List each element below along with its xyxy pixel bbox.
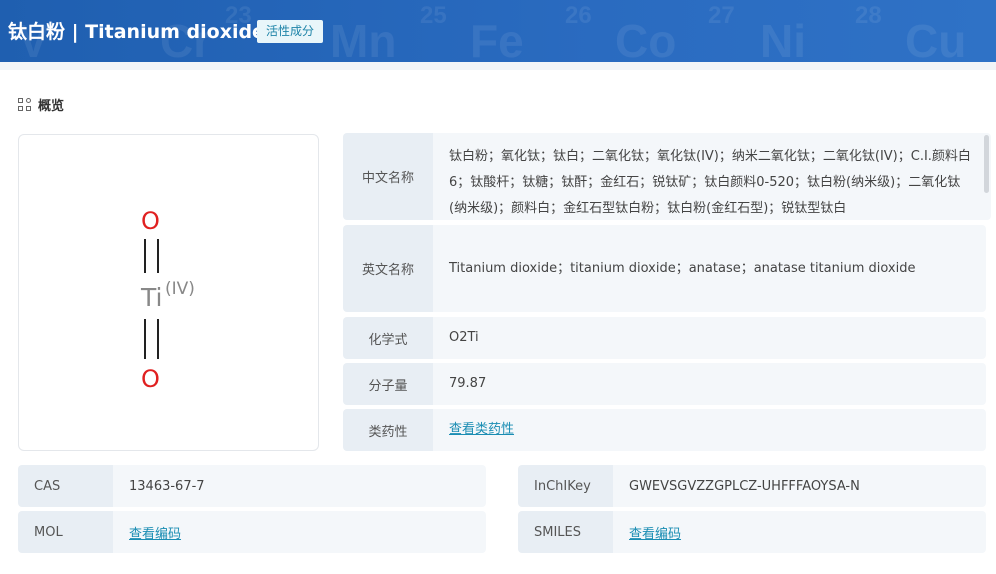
- oxygen-atom-bottom: O: [141, 365, 160, 393]
- header-divider: [0, 62, 996, 70]
- property-label: 分子量: [343, 363, 433, 405]
- view-smiles-code-link[interactable]: 查看编码: [629, 523, 681, 542]
- identifier-row-cas: CAS 13463-67-7: [18, 465, 486, 507]
- identifier-value: 13463-67-7: [113, 465, 486, 507]
- property-value: 查看类药性: [433, 409, 986, 451]
- property-row-molecular-weight: 分子量 79.87: [343, 363, 986, 405]
- periodic-element-number: 28: [855, 2, 882, 29]
- periodic-element-number: 25: [420, 2, 447, 29]
- periodic-element-number: 26: [565, 2, 592, 29]
- scrollbar[interactable]: [984, 135, 989, 193]
- property-label: 中文名称: [343, 133, 433, 220]
- double-bond-bottom-left: [144, 319, 146, 359]
- periodic-element: Mn: [330, 15, 397, 62]
- periodic-element: Ni: [760, 15, 806, 62]
- property-row-chinese-name: 中文名称 钛白粉；氧化钛；钛白；二氧化钛；氧化钛(IV)；纳米二氧化钛；二氧化钛…: [343, 133, 991, 220]
- identifier-label: CAS: [18, 465, 113, 507]
- overview-section-title: 概览: [18, 95, 64, 114]
- page-header: V Cr 23 Mn 25 Fe 26 Co 27 Ni 28 Cu 钛白粉 |…: [0, 0, 996, 62]
- identifier-row-mol: MOL 查看编码: [18, 511, 486, 553]
- double-bond-top-right: [157, 239, 159, 273]
- property-label: 英文名称: [343, 225, 433, 312]
- titanium-atom: Ti: [141, 283, 163, 312]
- property-value: 79.87: [433, 363, 986, 405]
- chinese-names-text: 钛白粉；氧化钛；钛白；二氧化钛；氧化钛(IV)；纳米二氧化钛；二氧化钛(IV)；…: [449, 149, 971, 216]
- periodic-element: Fe: [470, 15, 524, 62]
- identifier-label: InChIKey: [518, 465, 613, 507]
- identifier-row-smiles: SMILES 查看编码: [518, 511, 986, 553]
- identifier-label: MOL: [18, 511, 113, 553]
- property-value: Titanium dioxide；titanium dioxide；anatas…: [433, 225, 986, 312]
- property-label: 类药性: [343, 409, 433, 451]
- property-row-druglikeness: 类药性 查看类药性: [343, 409, 986, 451]
- structure-card: O Ti (IV) O: [18, 134, 319, 451]
- oxygen-atom-top: O: [141, 207, 160, 235]
- grid-icon: [18, 97, 32, 112]
- property-value[interactable]: 钛白粉；氧化钛；钛白；二氧化钛；氧化钛(IV)；纳米二氧化钛；二氧化钛(IV)；…: [433, 133, 991, 220]
- active-ingredient-badge: 活性成分: [257, 20, 324, 43]
- view-mol-code-link[interactable]: 查看编码: [129, 523, 181, 542]
- property-value: O2Ti: [433, 317, 986, 359]
- property-row-formula: 化学式 O2Ti: [343, 317, 986, 359]
- page-title: 钛白粉 | Titanium dioxide: [8, 21, 265, 43]
- identifier-label: SMILES: [518, 511, 613, 553]
- periodic-element-number: 27: [708, 2, 735, 29]
- double-bond-top-left: [144, 239, 146, 273]
- identifier-value: GWEVSGVZZGPLCZ-UHFFFAOYSA-N: [613, 465, 986, 507]
- titanium-charge: (IV): [165, 279, 195, 299]
- periodic-element: Co: [615, 15, 677, 62]
- identifier-value: 查看编码: [113, 511, 486, 553]
- periodic-element: Cu: [905, 15, 967, 62]
- overview-label: 概览: [38, 99, 65, 114]
- double-bond-bottom-right: [157, 319, 159, 359]
- view-druglikeness-link[interactable]: 查看类药性: [449, 417, 514, 443]
- property-row-english-name: 英文名称 Titanium dioxide；titanium dioxide；a…: [343, 225, 986, 312]
- identifier-value: 查看编码: [613, 511, 986, 553]
- property-label: 化学式: [343, 317, 433, 359]
- identifier-row-inchikey: InChIKey GWEVSGVZZGPLCZ-UHFFFAOYSA-N: [518, 465, 986, 507]
